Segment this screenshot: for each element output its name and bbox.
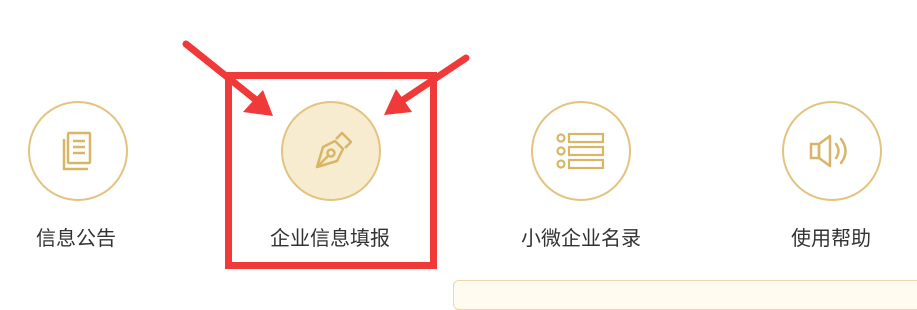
speaker-icon (809, 134, 847, 168)
small-business-directory-icon-circle[interactable] (531, 101, 631, 201)
pen-nib-icon (315, 131, 353, 169)
announcements-icon-circle[interactable] (28, 101, 128, 201)
nav-item-small-business-directory[interactable]: 小微企业名录 (515, 0, 655, 288)
document-icon (62, 131, 92, 171)
left-arrow-icon (182, 40, 273, 116)
nav-label-small-business-directory: 小微企业名录 (521, 226, 641, 250)
nav-item-enterprise-report[interactable]: 企业信息填报 (268, 0, 408, 288)
nav-label-announcements: 信息公告 (36, 226, 116, 250)
nav-label-help: 使用帮助 (791, 226, 871, 250)
notice-panel (453, 280, 917, 310)
help-icon-circle[interactable] (782, 101, 882, 201)
list-icon (556, 132, 605, 170)
nav-label-enterprise-report: 企业信息填报 (270, 226, 390, 250)
enterprise-report-icon-circle[interactable] (281, 101, 381, 201)
nav-item-help[interactable]: 使用帮助 (782, 0, 892, 288)
nav-item-announcements[interactable]: 信息公告 (28, 0, 138, 288)
